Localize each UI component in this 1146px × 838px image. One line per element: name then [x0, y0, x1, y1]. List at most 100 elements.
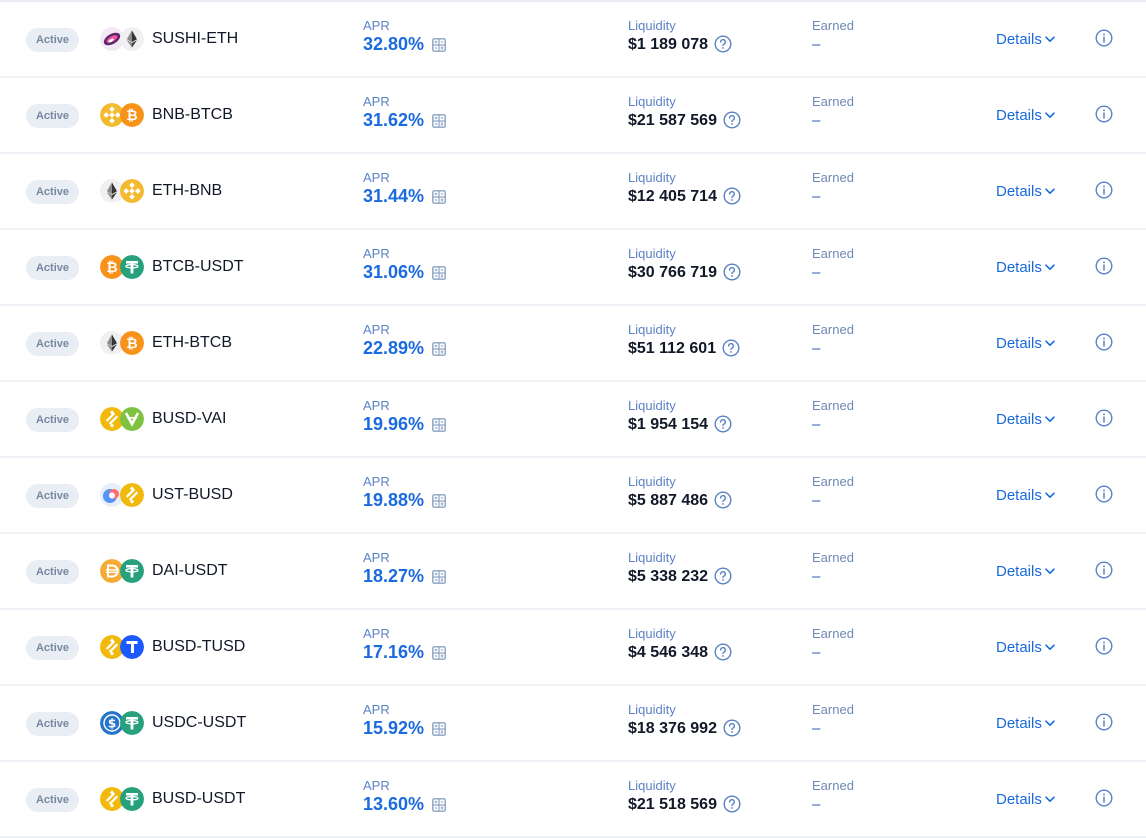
liquidity-label: Liquidity [628, 246, 676, 261]
chevron-down-icon [1045, 334, 1055, 346]
apr-label: APR [363, 322, 390, 337]
svg-text:₿: ₿ [126, 336, 137, 352]
question-icon[interactable] [714, 415, 732, 433]
calculator-icon[interactable] [432, 264, 446, 280]
apr-value: 31.44% [363, 186, 446, 207]
liquidity-value: $1 954 154 [628, 415, 732, 434]
calculator-icon[interactable] [432, 796, 446, 812]
details-button[interactable]: Details [996, 410, 1055, 428]
calculator-icon[interactable] [432, 112, 446, 128]
pair-name: USDC-USDT [152, 714, 247, 731]
info-icon[interactable] [1095, 257, 1113, 275]
info-icon[interactable] [1095, 409, 1113, 427]
info-icon[interactable] [1095, 637, 1113, 655]
apr-label: APR [363, 398, 390, 413]
info-icon[interactable] [1095, 561, 1113, 579]
question-icon[interactable] [714, 491, 732, 509]
calculator-icon[interactable] [432, 416, 446, 432]
question-icon[interactable] [722, 339, 740, 357]
apr-value: 32.80% [363, 34, 446, 55]
token-pair-icons [100, 635, 146, 659]
details-button[interactable]: Details [996, 790, 1055, 808]
liquidity-value: $4 546 348 [628, 643, 732, 662]
liquidity-value: $21 518 569 [628, 795, 741, 814]
calculator-icon[interactable] [432, 492, 446, 508]
token-pair-icons [100, 483, 146, 507]
details-button[interactable]: Details [996, 182, 1055, 200]
details-button[interactable]: Details [996, 334, 1055, 352]
earned-value: – [812, 264, 821, 281]
token-pair-icons [100, 27, 146, 51]
apr-value: 31.62% [363, 110, 446, 131]
details-button[interactable]: Details [996, 30, 1055, 48]
svg-text:₿: ₿ [126, 108, 137, 124]
apr-value: 13.60% [363, 794, 446, 815]
question-icon[interactable] [723, 263, 741, 281]
calculator-icon[interactable] [432, 644, 446, 660]
question-icon[interactable] [714, 567, 732, 585]
details-label: Details [996, 31, 1042, 48]
info-icon[interactable] [1095, 29, 1113, 47]
apr-value-text: 15.92% [363, 718, 425, 738]
info-icon[interactable] [1095, 485, 1113, 503]
calculator-icon[interactable] [432, 340, 446, 356]
calculator-icon[interactable] [432, 720, 446, 736]
liquidity-value-text: $51 112 601 [628, 340, 717, 357]
chevron-down-icon [1045, 562, 1055, 574]
question-icon[interactable] [723, 187, 741, 205]
apr-value: 18.27% [363, 566, 446, 587]
pair-name: BNB-BTCB [152, 106, 233, 123]
apr-value: 15.92% [363, 718, 446, 739]
details-button[interactable]: Details [996, 106, 1055, 124]
token-pair-icons: ₿ [100, 103, 146, 127]
chevron-down-icon [1045, 486, 1055, 498]
details-button[interactable]: Details [996, 562, 1055, 580]
earned-value: – [812, 416, 821, 433]
details-button[interactable]: Details [996, 638, 1055, 656]
vai-icon [120, 407, 144, 431]
farm-row: Active $ USDC-USDT APR 15.92% Liquidity $18 37… [0, 686, 1146, 762]
calculator-icon[interactable] [432, 188, 446, 204]
question-icon[interactable] [723, 795, 741, 813]
info-icon[interactable] [1095, 789, 1113, 807]
token-pair-icons: ₿ [100, 255, 146, 279]
details-button[interactable]: Details [996, 714, 1055, 732]
liquidity-value-text: $21 587 569 [628, 112, 717, 129]
question-icon[interactable] [714, 35, 732, 53]
question-icon[interactable] [723, 719, 741, 737]
calculator-icon[interactable] [432, 36, 446, 52]
status-badge: Active [26, 408, 79, 432]
earned-value: – [812, 340, 821, 357]
tusd-icon [120, 635, 144, 659]
status-badge: Active [26, 788, 79, 812]
apr-value-text: 18.27% [363, 566, 425, 586]
calculator-icon[interactable] [432, 568, 446, 584]
liquidity-value-text: $30 766 719 [628, 264, 717, 281]
info-icon[interactable] [1095, 105, 1113, 123]
info-icon[interactable] [1095, 181, 1113, 199]
apr-value: 22.89% [363, 338, 446, 359]
pair-name: BTCB-USDT [152, 258, 244, 275]
info-icon[interactable] [1095, 333, 1113, 351]
liquidity-label: Liquidity [628, 778, 676, 793]
token-pair-icons: ₿ [100, 331, 146, 355]
chevron-down-icon [1045, 410, 1055, 422]
liquidity-label: Liquidity [628, 398, 676, 413]
farm-row: Active ₿ BTCB-USDT APR 31.06% Liquidity $30 76… [0, 230, 1146, 306]
farm-row: Active DAI-USDT APR 18.27% Liquidity $5 338 2… [0, 534, 1146, 610]
question-icon[interactable] [723, 111, 741, 129]
usdt-icon [120, 559, 144, 583]
details-button[interactable]: Details [996, 258, 1055, 276]
liquidity-value-text: $5 887 486 [628, 492, 709, 509]
details-label: Details [996, 259, 1042, 276]
info-icon[interactable] [1095, 713, 1113, 731]
question-icon[interactable] [714, 643, 732, 661]
status-badge: Active [26, 180, 79, 204]
details-label: Details [996, 335, 1042, 352]
liquidity-value: $1 189 078 [628, 35, 732, 54]
svg-text:$: $ [108, 716, 116, 730]
details-label: Details [996, 791, 1042, 808]
farm-row: Active BUSD-VAI APR 19.96% Liquidity $1 954 1… [0, 382, 1146, 458]
busd-icon [120, 483, 144, 507]
details-button[interactable]: Details [996, 486, 1055, 504]
